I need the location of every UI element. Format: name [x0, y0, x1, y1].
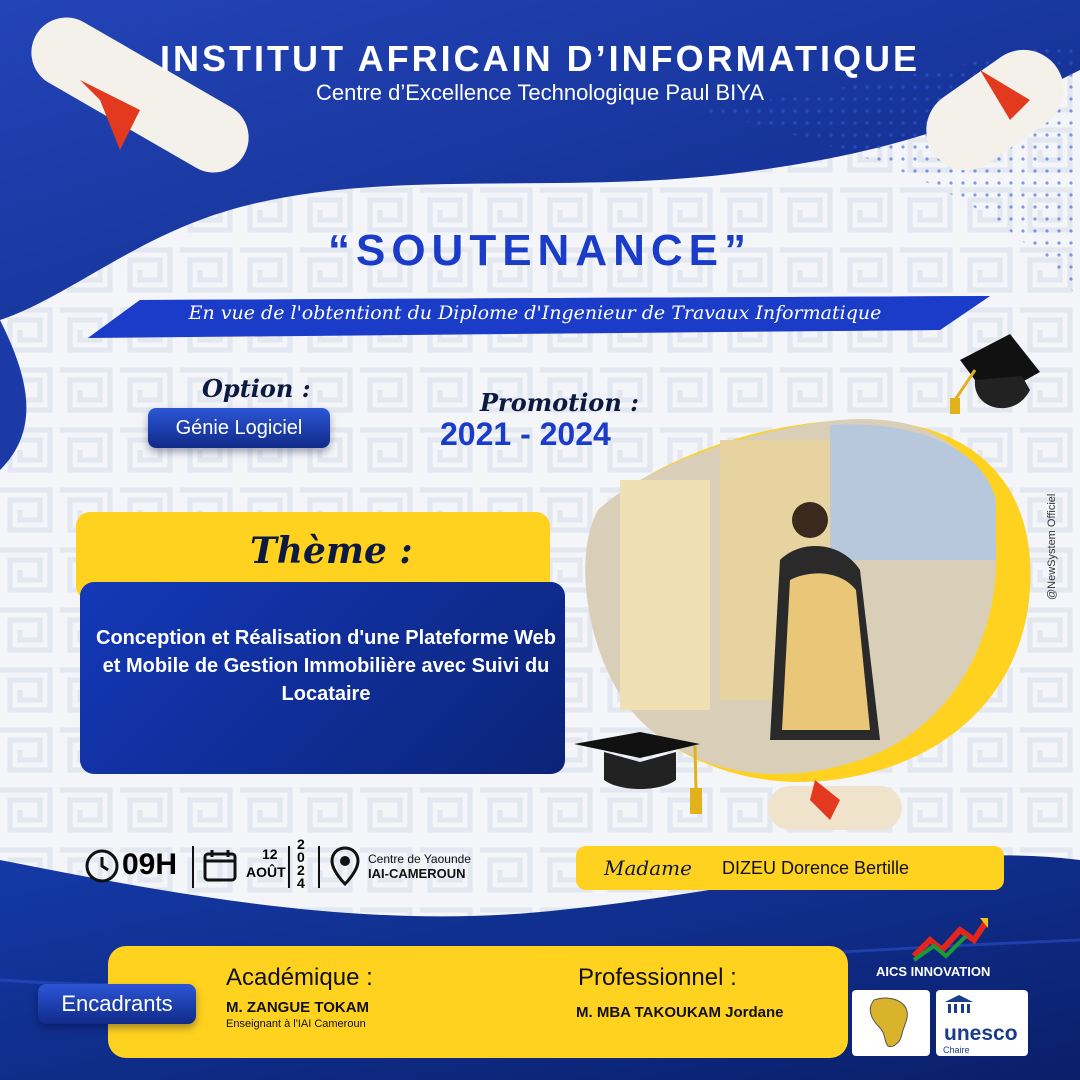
academic-label: Académique : [226, 964, 373, 991]
unesco-logo-text: unesco [944, 1022, 1018, 1045]
event-year: 2024 [297, 836, 305, 891]
supervisors-label: Encadrants [38, 984, 196, 1024]
calendar-icon [203, 850, 237, 882]
unesco-chaire-text: Chaire [943, 1045, 970, 1055]
divider [192, 846, 194, 888]
theme-text: Conception et Réalisation d'une Platefor… [96, 627, 557, 705]
iai-logo [852, 990, 930, 1056]
event-time: 09H [122, 848, 178, 881]
institute-subtitle: Centre d’Excellence Technologique Paul B… [315, 80, 765, 105]
institute-name: INSTITUT AFRICAIN D’INFORMATIQUE [160, 38, 920, 79]
candidate-title: Madame [604, 856, 692, 880]
option-badge: Génie Logiciel [148, 408, 330, 448]
clock-icon [85, 849, 119, 883]
location-line1: Centre de Yaounde [368, 852, 471, 866]
divider [288, 846, 290, 888]
event-purpose: En vue de l'obtentiont du Diplome d'Inge… [188, 302, 882, 324]
event-title: “SOUTENANCE” [327, 226, 753, 275]
promotion-years: 2021 - 2024 [440, 416, 611, 452]
theme-label: Thème : [250, 530, 413, 572]
event-day: 12 [262, 846, 278, 862]
option-label: Option : [202, 374, 311, 403]
aics-logo-text: AICS INNOVATION [876, 964, 991, 979]
aics-logo-icon [911, 918, 989, 962]
professional-name: M. MBA TAKOUKAM Jordane [576, 1004, 784, 1021]
unesco-temple-icon [945, 995, 973, 1013]
professional-label: Professionnel : [578, 964, 737, 991]
divider [318, 846, 320, 888]
supervisors-bar [108, 946, 848, 1058]
event-month: AOÛT [246, 864, 286, 880]
credit-text: @NewSystem Officiel [1046, 493, 1058, 600]
location-pin-icon [330, 846, 360, 886]
promotion-label: Promotion : [480, 388, 639, 417]
academic-role: Enseignant à l'IAI Cameroun [226, 1018, 366, 1030]
graduation-poster: INSTITUT AFRICAIN D’INFORMATIQUE Centre … [0, 0, 1080, 1080]
academic-name: M. ZANGUE TOKAM [226, 999, 370, 1016]
candidate-name: DIZEU Dorence Bertille [722, 858, 910, 878]
location-line2: IAI-CAMEROUN [368, 866, 466, 881]
